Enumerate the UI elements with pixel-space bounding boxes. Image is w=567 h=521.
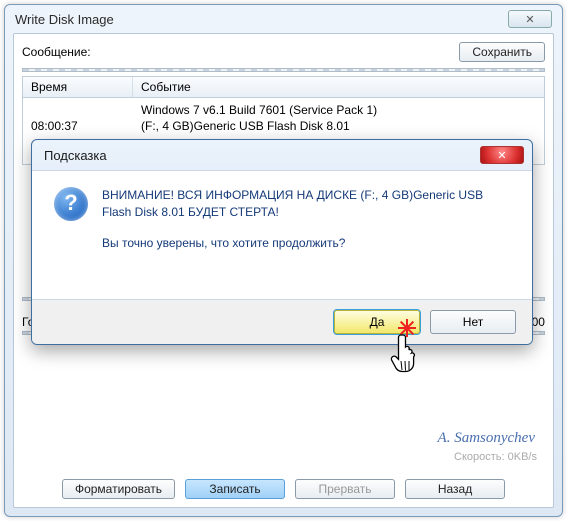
log-event: (F:, 4 GB)Generic USB Flash Disk 8.01 (133, 118, 544, 134)
abort-button: Прервать (295, 479, 395, 499)
window-title: Write Disk Image (15, 12, 114, 27)
hand-cursor-icon (389, 331, 423, 375)
back-button[interactable]: Назад (405, 479, 505, 499)
dialog-close-button[interactable] (480, 146, 524, 164)
separator-pipe (22, 68, 545, 72)
dialog-button-row: Да Нет (32, 300, 532, 344)
log-row[interactable]: Windows 7 v6.1 Build 7601 (Service Pack … (23, 102, 544, 118)
log-time (23, 102, 133, 118)
log-row[interactable]: 08:00:37 (F:, 4 GB)Generic USB Flash Dis… (23, 118, 544, 134)
dialog-title: Подсказка (44, 148, 107, 163)
format-button[interactable]: Форматировать (62, 479, 175, 499)
log-header: Время Событие (23, 77, 544, 98)
dialog-text: ВНИМАНИЕ! ВСЯ ИНФОРМАЦИЯ НА ДИСКЕ (F:, 4… (102, 187, 510, 289)
log-event: Windows 7 v6.1 Build 7601 (Service Pack … (133, 102, 544, 118)
message-label: Сообщение: (22, 45, 91, 59)
bottom-button-bar: Форматировать Записать Прервать Назад (14, 479, 553, 499)
cursor-overlay (385, 321, 429, 379)
confirm-dialog: Подсказка ВНИМАНИЕ! ВСЯ ИНФОРМАЦИЯ НА ДИ… (31, 139, 533, 345)
speed-value: 0KB/s (508, 451, 537, 463)
dialog-titlebar[interactable]: Подсказка (32, 140, 532, 170)
no-button[interactable]: Нет (430, 310, 516, 334)
write-button[interactable]: Записать (185, 479, 285, 499)
window-close-button[interactable] (508, 10, 552, 28)
warning-line-1: ВНИМАНИЕ! ВСЯ ИНФОРМАЦИЯ НА ДИСКЕ (F:, 4… (102, 187, 510, 221)
speed-label: Скорость: (454, 451, 505, 463)
titlebar[interactable]: Write Disk Image (5, 5, 562, 33)
save-button[interactable]: Сохранить (459, 42, 545, 62)
question-icon (54, 187, 88, 221)
column-event[interactable]: Событие (133, 77, 544, 97)
speed-row: Скорость: 0KB/s (454, 451, 537, 463)
watermark-text: A. Samsonychev (438, 430, 535, 447)
log-time: 08:00:37 (23, 118, 133, 134)
column-time[interactable]: Время (23, 77, 133, 97)
warning-line-2: Вы точно уверены, что хотите продолжить? (102, 235, 510, 252)
main-window: Write Disk Image Сообщение: Сохранить Вр… (4, 4, 563, 517)
